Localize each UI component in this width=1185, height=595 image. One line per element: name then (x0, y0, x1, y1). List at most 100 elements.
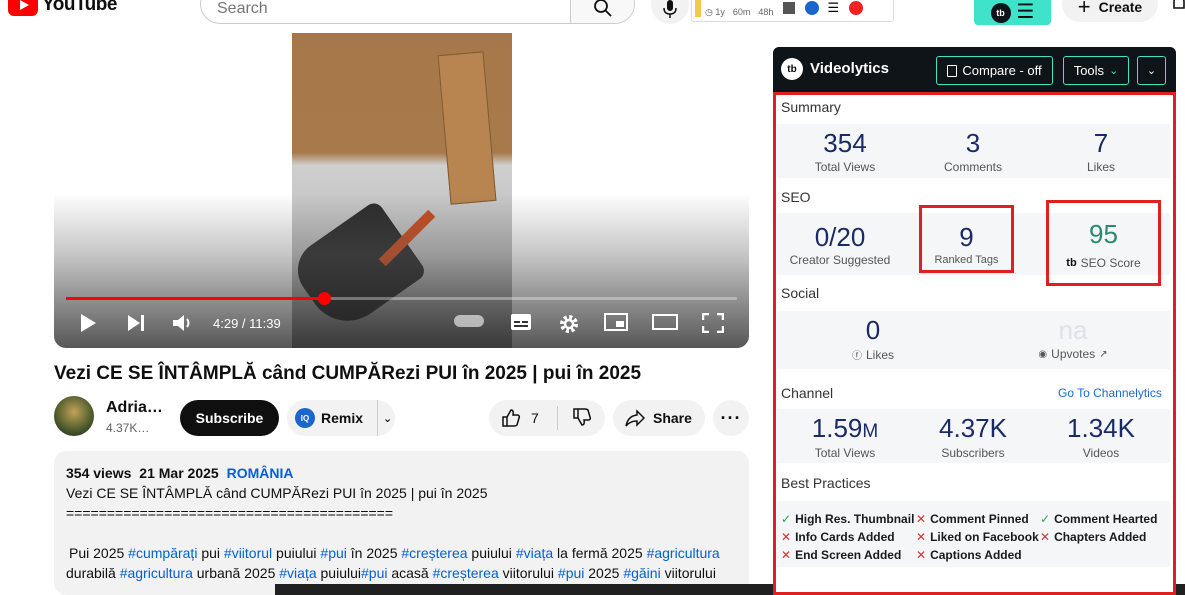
chevron-down-icon: ⌄ (1109, 65, 1119, 77)
best-practice-item: ✕ Comment Pinned (916, 512, 1029, 526)
share-button[interactable]: Share (613, 400, 705, 436)
check-icon: ✓ (1040, 512, 1051, 526)
dislike-button[interactable] (558, 407, 592, 430)
hashtag-link[interactable]: #găini (623, 565, 660, 581)
youtube-logo[interactable]: YouTube (8, 0, 117, 16)
description-text: în 2025 (346, 545, 402, 561)
theater-mode-button[interactable] (652, 313, 678, 331)
hashtag-link[interactable]: #viitorul (224, 545, 272, 561)
video-player[interactable]: 4:29 / 11:39 (54, 33, 749, 348)
notifications-bell-icon[interactable] (1172, 0, 1185, 17)
miniplayer-button[interactable] (604, 313, 628, 331)
hashtag-link[interactable]: #pui (361, 565, 387, 581)
channel-videos-value: 1.34K (1041, 413, 1161, 444)
view-count: 354 views (66, 465, 132, 481)
facebook-icon: ⓕ (851, 351, 862, 362)
cross-icon: ✕ (1040, 530, 1051, 544)
creator-suggested-label: Creator Suggested (789, 253, 891, 267)
autoplay-toggle[interactable] (454, 313, 484, 327)
channel-subscriber-count: 4.37K… (106, 421, 150, 435)
volume-button[interactable] (172, 313, 194, 333)
hashtag-link[interactable]: #pui (320, 545, 346, 561)
tubebuddy-menu-button[interactable]: tb ☰ (974, 0, 1051, 25)
chevron-down-icon: ⌄ (1146, 65, 1157, 77)
logo-text: YouTube (42, 0, 117, 15)
channel-avatar[interactable] (54, 396, 94, 436)
summary-total-views-label: Total Views (814, 160, 876, 174)
channel-label: Channel (781, 385, 834, 401)
remix-button[interactable]: IQ Remix ⌄ (287, 400, 395, 436)
description-text: urbană 2025 (192, 565, 280, 581)
next-icon (128, 315, 144, 331)
chevron-down-icon[interactable]: ⌄ (383, 412, 392, 425)
theater-icon (652, 314, 678, 330)
cross-icon: ✕ (916, 548, 927, 562)
subscribe-button[interactable]: Subscribe (180, 400, 279, 436)
description-text: durabilă (66, 565, 120, 581)
hashtag-link[interactable]: #creșterea (433, 565, 499, 581)
summary-total-views-value: 354 (823, 128, 867, 158)
hashtag-link[interactable]: #creșterea (401, 545, 467, 561)
description-text: acasă (387, 565, 433, 581)
channel-videos-label: Videos (1082, 446, 1120, 460)
summary-comments-value: 3 (965, 128, 981, 158)
location-link[interactable]: ROMÂNIA (227, 465, 294, 481)
channel-stat-suffix: M (862, 421, 879, 442)
collapse-panel-button[interactable]: ⌄ (1137, 56, 1166, 85)
play-button[interactable] (78, 313, 98, 333)
compare-toggle-button[interactable]: Compare - off (936, 56, 1053, 85)
like-dislike-group: 7 (489, 400, 605, 436)
hashtag-link[interactable]: #cumpărați (128, 545, 197, 561)
like-button[interactable]: 7 (489, 408, 557, 428)
videolytics-panel: tb Videolytics Compare - off Tools ⌄ ⌄ S… (773, 47, 1176, 595)
voice-search-button[interactable] (651, 0, 689, 24)
tubebuddy-logo-icon: tb (990, 2, 1011, 23)
create-button[interactable]: + Create (1062, 0, 1158, 22)
settings-button[interactable] (558, 313, 580, 335)
channel-total-views-label: Total Views (814, 446, 876, 460)
fullscreen-button[interactable] (702, 313, 724, 333)
go-to-channelytics-link[interactable]: Go To Channelytics (1058, 386, 1162, 400)
description-tags-line-2: durabilă #agricultura urbană 2025 #viața… (66, 563, 737, 583)
progress-bar[interactable] (66, 292, 737, 305)
description-text: 2025 (584, 565, 624, 581)
notification-ext-icon[interactable] (849, 1, 864, 15)
thumbs-up-icon (502, 409, 521, 427)
description-line-title: Vezi CE SE ÎNTÂMPLĂ când CUMPĂRezi PUI î… (66, 485, 488, 501)
hamburger-icon: ☰ (1016, 1, 1035, 23)
compare-icon (947, 64, 958, 77)
summary-comments-label: Comments (943, 160, 1002, 174)
miniplayer-icon (604, 313, 628, 331)
best-practice-item: ✕ Captions Added (916, 548, 1022, 562)
plus-icon: + (1077, 0, 1091, 19)
next-button[interactable] (126, 313, 146, 333)
hashtag-link[interactable]: #agricultura (647, 545, 720, 561)
search-input[interactable] (201, 0, 570, 23)
subtitles-icon (511, 314, 531, 330)
description-text: viitorului (498, 565, 558, 581)
channel-stat-number: 1.34K (1067, 413, 1135, 443)
bar-chart-icon[interactable] (783, 2, 796, 14)
best-practice-label: Comment Hearted (1054, 512, 1158, 526)
best-practice-label: Liked on Facebook (930, 530, 1039, 544)
upvotes-label-row[interactable]: ◉ Upvotes ↗ (1013, 347, 1133, 361)
hashtag-link[interactable]: #viața (516, 545, 553, 561)
videolytics-title: Videolytics (810, 60, 889, 77)
iq-icon[interactable] (805, 1, 820, 15)
hashtag-link[interactable]: #pui (558, 565, 584, 581)
more-actions-button[interactable]: ··· (713, 400, 749, 436)
hashtag-link[interactable]: #viața (279, 565, 316, 581)
seo-label: SEO (781, 189, 811, 205)
tools-dropdown-button[interactable]: Tools ⌄ (1063, 56, 1129, 85)
search-button[interactable] (570, 0, 634, 23)
check-icon: ✓ (781, 512, 792, 526)
hashtag-link[interactable]: #agricultura (120, 565, 193, 581)
list-icon[interactable]: ☰ (827, 0, 839, 16)
thumbs-down-icon (573, 407, 592, 426)
external-link-icon: ↗ (1099, 348, 1108, 360)
subtitles-button[interactable] (510, 313, 532, 331)
ext-stat-48h: 48h (758, 7, 774, 17)
description-box[interactable]: 354 views 21 Mar 2025 ROMÂNIA Vezi CE SE… (54, 451, 749, 595)
channel-name[interactable]: Adria… (106, 399, 163, 417)
description-line-separator: ======================================== (66, 505, 394, 521)
